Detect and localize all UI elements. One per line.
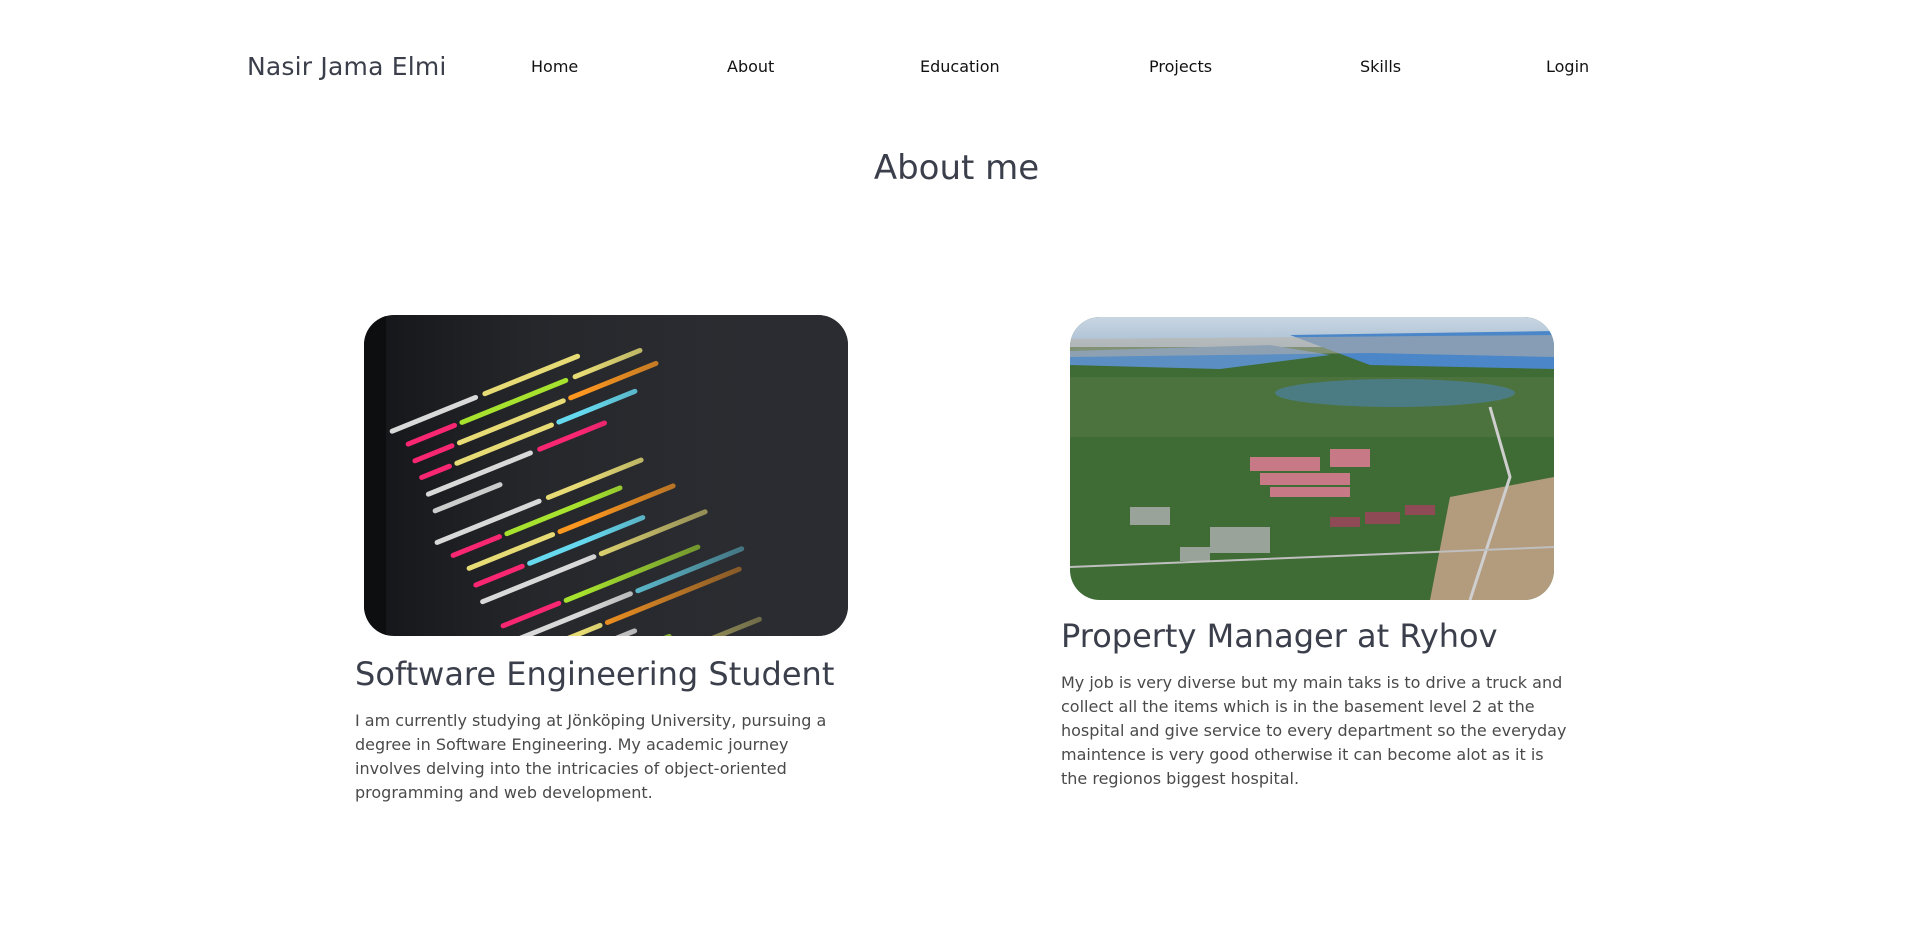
nav-home[interactable]: Home xyxy=(531,57,578,76)
nav-education[interactable]: Education xyxy=(920,57,1000,76)
code-screen-image xyxy=(364,315,848,636)
site-brand[interactable]: Nasir Jama Elmi xyxy=(247,52,447,81)
card-text-student: I am currently studying at Jönköping Uni… xyxy=(355,711,827,802)
nav-about[interactable]: About xyxy=(727,57,774,76)
card-title-student: Software Engineering Student xyxy=(355,655,835,693)
card-title-property: Property Manager at Ryhov xyxy=(1061,617,1498,655)
nav-projects[interactable]: Projects xyxy=(1149,57,1212,76)
nav-skills[interactable]: Skills xyxy=(1360,57,1401,76)
section-title: About me xyxy=(873,148,1040,188)
nav-login[interactable]: Login xyxy=(1546,57,1589,76)
hospital-aerial-image xyxy=(1070,317,1554,600)
card-text-property: My job is very diverse but my main taks … xyxy=(1061,673,1567,788)
